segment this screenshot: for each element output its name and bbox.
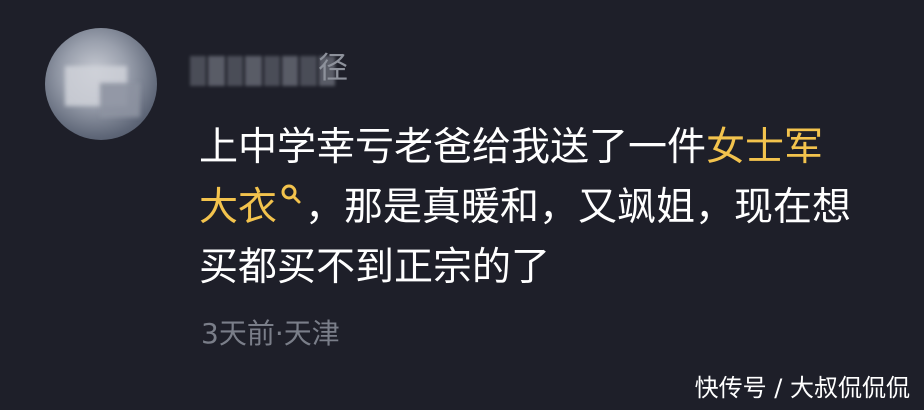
avatar-mosaic xyxy=(100,83,140,117)
username[interactable]: 径 xyxy=(318,50,348,88)
username-mosaic xyxy=(190,56,335,86)
comment-text: 上中学幸亏老爸给我送了一件女士军 大衣 ，那是真暖和，又飒姐，现在想 买都买不到正… xyxy=(199,118,919,298)
comment-line-2: 大衣 ，那是真暖和，又飒姐，现在想 xyxy=(199,178,919,238)
comment-text-segment: 上中学幸亏老爸给我送了一件 xyxy=(199,125,707,170)
search-icon[interactable] xyxy=(279,182,305,208)
search-link-text[interactable]: 大衣 xyxy=(199,185,277,230)
watermark: 快传号 / 大叔侃侃侃 xyxy=(694,374,910,402)
comment-text-segment: ，那是真暖和，又飒姐，现在想 xyxy=(305,185,852,230)
avatar[interactable] xyxy=(45,28,157,140)
comment-line-1: 上中学幸亏老爸给我送了一件女士军 xyxy=(199,118,919,178)
comment-meta: 3天前·天津 xyxy=(201,317,340,350)
comment-line-3: 买都买不到正宗的了 xyxy=(199,238,919,298)
comment-text-segment: 买都买不到正宗的了 xyxy=(199,245,551,290)
search-link-text[interactable]: 女士军 xyxy=(706,125,823,170)
